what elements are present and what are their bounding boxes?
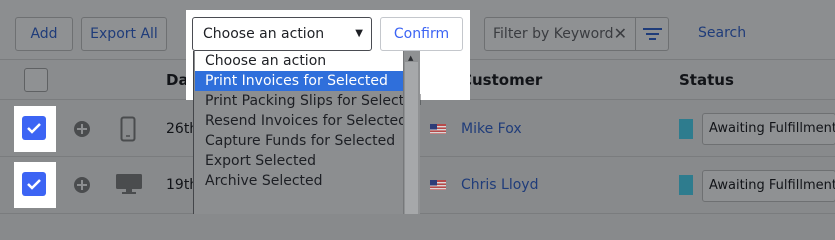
dropdown-option[interactable]: Capture Funds for Selected [195,131,404,151]
dropdown-option[interactable]: Export Selected [195,151,404,171]
scroll-up-arrow-icon[interactable]: ▲ [408,54,413,62]
dropdown-option[interactable]: Archive Selected [195,171,404,191]
expand-row-icon[interactable] [74,121,90,137]
row-checkbox-highlight [14,106,56,152]
search-button[interactable]: Search [698,25,746,41]
clear-icon[interactable]: ✕ [614,24,627,43]
dropdown-option[interactable]: Resend Invoices for Selected [195,111,407,131]
desktop-icon [116,174,142,194]
add-button[interactable]: Add [15,17,73,51]
dropdown-caret-icon: ▼ [355,28,363,39]
expand-row-icon[interactable] [74,177,90,193]
keyword-filter: ✕ [484,17,636,51]
checkmark-icon [27,179,41,190]
mobile-icon [120,116,136,142]
bulk-action-select[interactable]: Choose an action ▼ [192,17,372,51]
checkmark-icon [27,123,41,134]
filter-toggle-button[interactable] [635,17,669,51]
row-checkbox[interactable] [22,116,46,140]
dropdown-option-highlighted[interactable]: Print Invoices for Selected [195,71,404,91]
select-all-checkbox[interactable] [24,68,48,92]
customer-link[interactable]: Chris Lloyd [461,177,538,193]
status-select[interactable]: Awaiting Fulfillment [702,170,835,202]
us-flag-icon [430,180,446,190]
bulk-action-dropdown-list: Choose an action Print Invoices for Sele… [193,51,422,214]
row-checkbox[interactable] [22,172,46,196]
column-header-customer[interactable]: Customer [461,71,542,89]
row-checkbox-highlight [14,162,56,208]
dropdown-option[interactable]: Choose an action [195,51,404,71]
confirm-button[interactable]: Confirm [380,17,463,51]
filter-keyword-input[interactable] [493,26,613,42]
status-color-swatch [679,175,693,195]
bulk-action-selected-value: Choose an action [203,26,325,42]
us-flag-icon [430,124,446,134]
dropdown-option[interactable]: Print Packing Slips for Selected [195,91,422,111]
status-color-swatch [679,119,693,139]
export-all-button[interactable]: Export All [81,17,167,51]
column-header-status[interactable]: Status [679,71,734,89]
customer-link[interactable]: Mike Fox [461,121,522,137]
dropdown-scrollbar-thumb[interactable] [405,62,418,214]
status-select[interactable]: Awaiting Fulfillment [702,113,835,145]
filter-lines-icon [643,28,662,40]
